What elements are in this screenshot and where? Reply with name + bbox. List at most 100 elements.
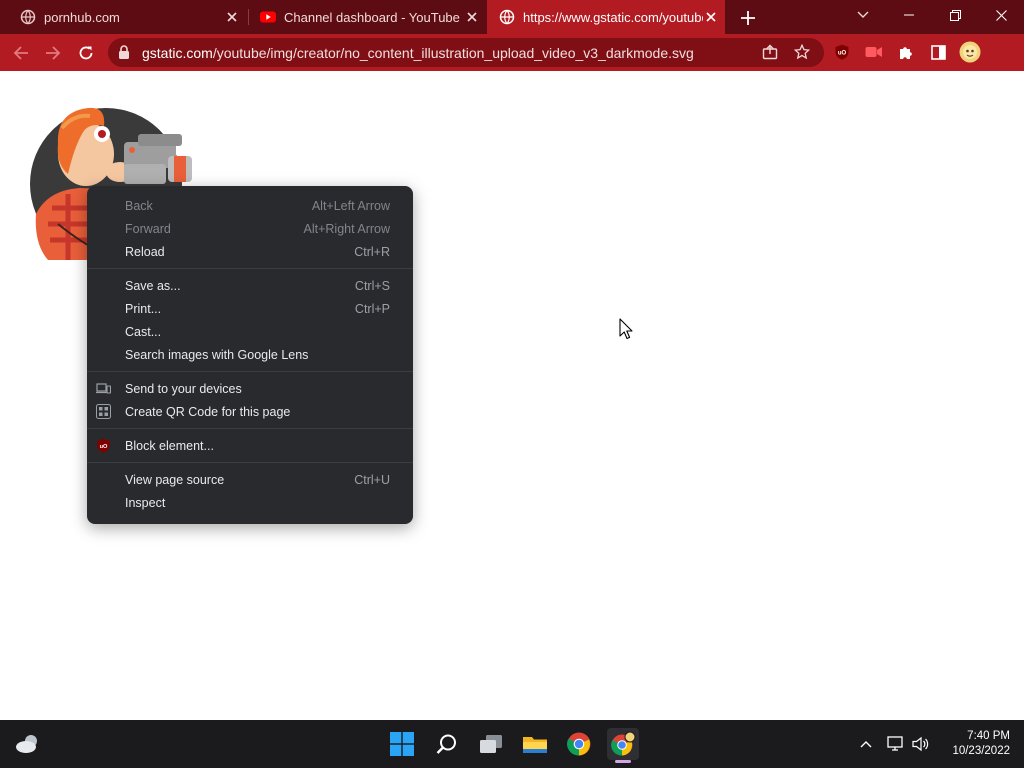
star-icon[interactable] — [794, 44, 810, 60]
widgets-button[interactable] — [12, 728, 44, 760]
tab-divider — [248, 9, 249, 25]
url-path: /youtube/img/creator/no_content_illustra… — [212, 45, 694, 61]
weather-icon — [15, 733, 41, 755]
menu-item-label: Inspect — [125, 495, 166, 510]
active-app-indicator — [615, 760, 631, 763]
clock-time: 7:40 PM — [967, 730, 1010, 742]
video-camera-icon — [865, 45, 883, 59]
menu-item-shortcut: Ctrl+P — [354, 301, 390, 316]
close-window-button[interactable] — [978, 0, 1024, 30]
menu-item-label: Forward — [125, 221, 171, 236]
clock[interactable]: 7:40 PM 10/23/2022 — [940, 729, 1010, 759]
minimize-icon — [904, 14, 914, 16]
search-icon — [436, 733, 458, 755]
tab-strip: pornhub.com Channel dashboard - YouTube … — [0, 0, 1024, 34]
menu-separator — [87, 268, 413, 269]
menu-item-cast[interactable]: Cast... — [87, 320, 413, 343]
ublock-icon: uO — [834, 44, 850, 60]
restore-button[interactable] — [932, 0, 978, 30]
close-icon[interactable] — [703, 9, 719, 25]
volume-button[interactable] — [908, 728, 934, 760]
side-panel-button[interactable] — [928, 42, 948, 62]
start-button[interactable] — [386, 728, 418, 760]
plus-icon — [741, 11, 755, 25]
windows-logo-icon — [390, 732, 414, 756]
menu-item-label: Search images with Google Lens — [125, 347, 309, 362]
chrome-icon — [610, 731, 636, 757]
task-view-button[interactable] — [475, 728, 507, 760]
youtube-icon — [260, 9, 276, 25]
globe-icon — [20, 9, 36, 25]
menu-item-send-to-devices[interactable]: Send to your devices — [87, 377, 413, 400]
tab-pornhub[interactable]: pornhub.com — [0, 0, 246, 34]
taskbar: 7:40 PM 10/23/2022 — [0, 720, 1024, 768]
new-tab-button[interactable] — [737, 7, 759, 29]
ublock-extension-button[interactable]: uO — [832, 42, 852, 62]
address-bar[interactable]: gstatic.com/youtube/img/creator/no_conte… — [108, 38, 824, 67]
puzzle-icon — [898, 44, 914, 60]
menu-item-label: Create QR Code for this page — [125, 404, 291, 419]
browser-toolbar: gstatic.com/youtube/img/creator/no_conte… — [0, 34, 1024, 71]
close-icon[interactable] — [224, 9, 240, 25]
menu-item-inspect[interactable]: Inspect — [87, 491, 413, 514]
menu-item-view-source[interactable]: View page source Ctrl+U — [87, 468, 413, 491]
svg-text:uO: uO — [838, 51, 847, 57]
tab-youtube-studio[interactable]: Channel dashboard - YouTube Studio — [250, 0, 486, 34]
menu-item-save-as[interactable]: Save as... Ctrl+S — [87, 274, 413, 297]
tab-title: Channel dashboard - YouTube Studio — [284, 9, 464, 25]
lock-icon[interactable] — [118, 45, 130, 60]
menu-item-forward[interactable]: Forward Alt+Right Arrow — [87, 217, 413, 240]
file-explorer-button[interactable] — [519, 728, 551, 760]
qr-code-icon — [96, 404, 111, 419]
context-menu: Back Alt+Left Arrow Forward Alt+Right Ar… — [87, 186, 413, 524]
tab-search-button[interactable] — [840, 0, 886, 30]
menu-item-shortcut: Alt+Left Arrow — [311, 198, 390, 213]
menu-item-label: Reload — [125, 244, 165, 259]
show-hidden-icons-button[interactable] — [853, 728, 879, 760]
search-button[interactable] — [431, 728, 463, 760]
menu-separator — [87, 371, 413, 372]
menu-item-shortcut: Ctrl+U — [354, 472, 390, 487]
clock-date: 10/23/2022 — [952, 745, 1010, 757]
recorder-extension-button[interactable] — [864, 42, 884, 62]
menu-item-block-element[interactable]: uO Block element... — [87, 434, 413, 457]
close-icon — [995, 9, 1007, 21]
minimize-button[interactable] — [886, 0, 932, 30]
globe-icon — [499, 9, 515, 25]
menu-item-label: Save as... — [125, 278, 181, 293]
network-button[interactable] — [883, 728, 909, 760]
profile-avatar[interactable] — [958, 40, 982, 64]
arrow-left-icon — [13, 45, 29, 61]
menu-item-shortcut: Ctrl+S — [354, 278, 390, 293]
menu-item-qr-code[interactable]: Create QR Code for this page — [87, 400, 413, 423]
devices-icon — [96, 381, 111, 396]
share-icon[interactable] — [762, 44, 778, 60]
reload-button[interactable] — [73, 40, 99, 66]
url-text: gstatic.com/youtube/img/creator/no_conte… — [142, 45, 694, 61]
extensions-button[interactable] — [896, 42, 916, 62]
volume-icon — [912, 736, 930, 752]
menu-item-label: Cast... — [125, 324, 162, 339]
tab-title: pornhub.com — [44, 9, 120, 25]
task-view-icon — [479, 734, 503, 754]
back-button[interactable] — [8, 40, 34, 66]
menu-item-print[interactable]: Print... Ctrl+P — [87, 297, 413, 320]
menu-item-back[interactable]: Back Alt+Left Arrow — [87, 194, 413, 217]
tab-gstatic-svg[interactable]: https://www.gstatic.com/youtube/img/crea… — [487, 0, 725, 34]
menu-separator — [87, 462, 413, 463]
restore-icon — [949, 9, 961, 21]
side-panel-icon — [930, 44, 946, 60]
menu-item-google-lens[interactable]: Search images with Google Lens — [87, 343, 413, 366]
menu-item-reload[interactable]: Reload Ctrl+R — [87, 240, 413, 263]
avatar-icon — [959, 41, 981, 63]
arrow-right-icon — [45, 45, 61, 61]
network-icon — [887, 736, 905, 752]
chrome-profile-taskbar-button[interactable] — [607, 728, 639, 760]
menu-item-shortcut: Alt+Right Arrow — [303, 221, 391, 236]
chrome-taskbar-button[interactable] — [563, 728, 595, 760]
forward-button[interactable] — [40, 40, 66, 66]
close-icon[interactable] — [464, 9, 480, 25]
reload-icon — [78, 45, 94, 61]
menu-item-label: Send to your devices — [125, 381, 242, 396]
menu-item-label: Back — [125, 198, 153, 213]
